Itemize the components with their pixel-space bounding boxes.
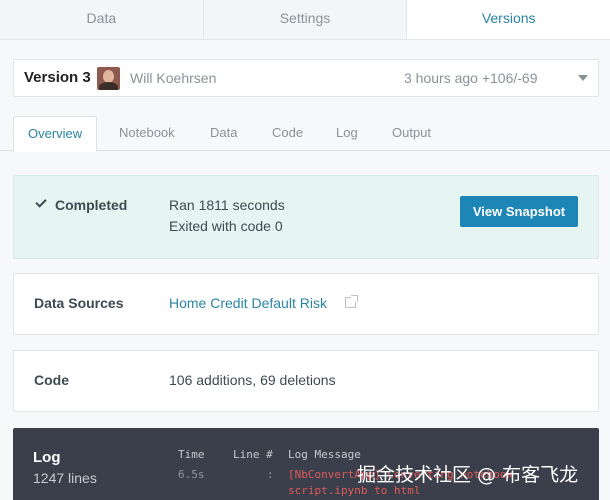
code-diff-summary: 106 additions, 69 deletions [169, 372, 336, 388]
tab-output[interactable]: Output [392, 116, 431, 151]
code-additions: 106 additions [169, 372, 253, 388]
tab-settings[interactable]: Settings [203, 0, 408, 39]
data-sources-panel: Data Sources Home Credit Default Risk [13, 273, 599, 335]
code-panel: Code 106 additions, 69 deletions [13, 350, 599, 412]
check-icon [35, 196, 47, 208]
top-tabs: Data Settings Versions [0, 0, 610, 40]
code-deletions: 69 deletions [260, 372, 336, 388]
tab-log[interactable]: Log [336, 116, 358, 151]
tab-code[interactable]: Code [272, 116, 303, 151]
tab-data[interactable]: Data [0, 0, 204, 39]
log-time: 6.5s [178, 468, 205, 481]
version-label: Version 3 [24, 69, 91, 86]
tab-overview[interactable]: Overview [13, 116, 98, 152]
data-sources-label: Data Sources [34, 295, 124, 311]
log-line-count: 1247 lines [33, 470, 97, 486]
log-line-number: : [267, 468, 274, 481]
version-selector[interactable]: Version 3 Will Koehrsen 3 hours ago +106… [13, 59, 599, 97]
external-link-icon[interactable] [345, 295, 358, 308]
version-meta: 3 hours ago +106/-69 [404, 70, 538, 86]
log-header-message: Log Message [288, 448, 361, 461]
code-separator: , [252, 372, 261, 388]
avatar [97, 67, 120, 90]
log-header-time: Time [178, 448, 205, 461]
chevron-down-icon[interactable] [578, 75, 588, 81]
author-name[interactable]: Will Koehrsen [130, 70, 216, 86]
code-label: Code [34, 372, 69, 388]
exit-code: Exited with code 0 [169, 218, 283, 234]
tab-data-sub[interactable]: Data [210, 116, 237, 151]
data-source-link[interactable]: Home Credit Default Risk [169, 295, 327, 311]
sub-tabs: Overview Notebook Data Code Log Output [0, 116, 610, 152]
log-header-line: Line # [233, 448, 273, 461]
status-panel: Completed Ran 1811 seconds Exited with c… [13, 175, 599, 259]
run-duration: Ran 1811 seconds [169, 197, 285, 213]
view-snapshot-button[interactable]: View Snapshot [460, 196, 578, 227]
log-title: Log [33, 449, 61, 466]
watermark: 掘金技术社区 @ 布客飞龙 [357, 464, 579, 486]
tab-versions[interactable]: Versions [407, 0, 610, 39]
tab-notebook[interactable]: Notebook [119, 116, 175, 151]
status-label: Completed [55, 197, 128, 213]
